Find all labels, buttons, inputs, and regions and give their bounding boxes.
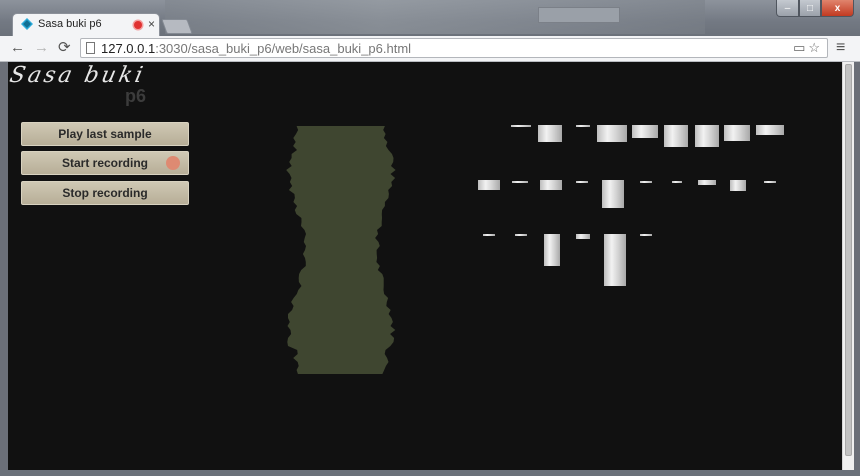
sample-grain xyxy=(540,180,562,190)
window-controls: – □ x xyxy=(776,0,854,18)
minimize-button[interactable]: – xyxy=(776,0,799,17)
tab-title: Sasa buki p6 xyxy=(38,18,102,30)
sample-grain xyxy=(632,125,658,138)
app-canvas: Sasa buki p6 Play last sample Start reco… xyxy=(8,62,842,470)
sample-grain xyxy=(730,180,746,191)
reload-icon[interactable]: ⟳ xyxy=(58,39,71,57)
sample-grain xyxy=(698,180,716,185)
sample-grain xyxy=(515,234,527,236)
new-tab-button[interactable] xyxy=(161,19,193,34)
sample-grain xyxy=(640,234,652,236)
desktop-background-element xyxy=(538,7,620,23)
tab-close-icon[interactable]: × xyxy=(148,17,155,31)
waveform-shape xyxy=(286,126,396,374)
waveform-visualization xyxy=(286,126,396,374)
sample-grain xyxy=(576,181,588,183)
sample-grain xyxy=(538,125,562,142)
dart-favicon-icon xyxy=(21,18,33,30)
sample-grain xyxy=(483,234,495,236)
camera-and-bookmark-star-icon[interactable]: ▭☆ xyxy=(793,40,823,56)
sample-grain xyxy=(597,125,627,142)
sample-grain xyxy=(602,180,624,208)
window-frame-bottom xyxy=(0,470,860,476)
vertical-scrollbar[interactable] xyxy=(842,62,854,470)
sample-grain xyxy=(576,234,590,239)
window-titlebar: Sasa buki p6 × – □ x xyxy=(0,0,860,36)
sample-grain xyxy=(756,125,784,135)
menu-icon[interactable]: ≡ xyxy=(836,39,845,57)
sample-grain xyxy=(576,125,590,127)
sample-grain xyxy=(664,125,688,147)
forward-arrow-icon[interactable]: → xyxy=(34,39,49,57)
browser-toolbar: ← → ⟳ 127.0.0.1:3030/sasa_buki_p6/web/sa… xyxy=(0,36,860,62)
browser-tab[interactable]: Sasa buki p6 × xyxy=(12,13,160,36)
sample-grain xyxy=(672,181,682,183)
sample-grain xyxy=(478,180,500,190)
scrollbar-thumb[interactable] xyxy=(845,64,852,456)
sample-grain xyxy=(512,181,528,183)
sample-grain xyxy=(640,181,652,183)
recording-tab-indicator-icon xyxy=(134,21,142,29)
sample-grain xyxy=(604,234,626,286)
maximize-button[interactable]: □ xyxy=(799,0,821,17)
sample-grain xyxy=(724,125,750,141)
sample-grain xyxy=(695,125,719,147)
url-text: 127.0.0.1:3030/sasa_buki_p6/web/sasa_buk… xyxy=(101,41,412,56)
desktop-background xyxy=(165,0,705,34)
back-arrow-icon[interactable]: ← xyxy=(10,39,25,57)
address-bar[interactable]: 127.0.0.1:3030/sasa_buki_p6/web/sasa_buk… xyxy=(80,38,828,58)
close-window-button[interactable]: x xyxy=(821,0,854,17)
page-icon xyxy=(86,42,95,54)
sample-grain xyxy=(544,234,560,266)
sample-grain xyxy=(764,181,776,183)
sample-grain xyxy=(511,125,531,127)
